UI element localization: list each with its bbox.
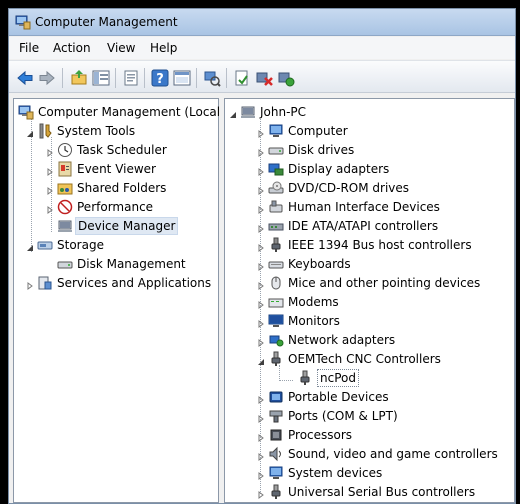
system-tools-icon [37, 123, 53, 139]
expand-triangle-icon[interactable] [257, 450, 265, 461]
enable-device-icon[interactable] [276, 68, 296, 88]
clock-icon [57, 142, 73, 158]
expand-triangle-icon[interactable] [257, 469, 265, 480]
port-icon [268, 408, 284, 424]
expand-triangle-icon[interactable] [257, 203, 265, 214]
storage-icon [37, 237, 53, 253]
monitor-icon [268, 313, 284, 329]
collapse-triangle-icon[interactable] [229, 108, 237, 118]
menu-file[interactable]: File [19, 41, 39, 55]
mouse-icon [268, 275, 284, 291]
expand-triangle-icon[interactable] [257, 412, 265, 423]
processor-icon [268, 427, 284, 443]
uninstall-device-icon[interactable] [254, 68, 274, 88]
network-adapter-icon [268, 332, 284, 348]
keyboard-icon [268, 256, 284, 272]
performance-icon [57, 199, 73, 215]
usb-plug-icon [268, 351, 284, 367]
disk-management-icon [57, 256, 73, 272]
collapse-triangle-icon[interactable] [257, 355, 265, 365]
help-icon[interactable]: ? [150, 68, 170, 88]
modem-icon [268, 294, 284, 310]
expand-triangle-icon[interactable] [46, 146, 54, 157]
expand-triangle-icon[interactable] [257, 165, 265, 176]
expand-triangle-icon[interactable] [257, 488, 265, 499]
ieee1394-icon [268, 237, 284, 253]
disk-drive-icon [268, 142, 284, 158]
computer-management-window: Computer Management File Action View Hel… [8, 8, 516, 504]
dvd-drive-icon [268, 180, 284, 196]
menu-view[interactable]: View [107, 41, 135, 55]
expand-triangle-icon[interactable] [46, 203, 54, 214]
up-folder-icon[interactable] [69, 68, 89, 88]
shared-folder-icon [57, 180, 73, 196]
expand-triangle-icon[interactable] [46, 184, 54, 195]
menu-help[interactable]: Help [150, 41, 177, 55]
menu-action[interactable]: Action [53, 41, 91, 55]
portable-device-icon [268, 389, 284, 405]
computer-management-icon [15, 14, 31, 33]
expand-triangle-icon[interactable] [257, 222, 265, 233]
ide-controller-icon [268, 218, 284, 234]
system-device-icon [268, 465, 284, 481]
event-viewer-icon [57, 161, 73, 177]
collapse-triangle-icon[interactable] [26, 127, 34, 137]
device-manager-icon [57, 218, 73, 234]
expand-triangle-icon[interactable] [257, 127, 265, 138]
expand-triangle-icon[interactable] [257, 393, 265, 404]
svg-text:?: ? [156, 72, 164, 87]
computer-icon [268, 123, 284, 139]
collapse-triangle-icon[interactable] [26, 241, 34, 251]
services-icon [37, 275, 53, 291]
expand-triangle-icon[interactable] [257, 279, 265, 290]
tree-node-computer-management[interactable]: Computer Management (Local [18, 103, 220, 121]
properties-icon[interactable] [121, 68, 141, 88]
expand-triangle-icon[interactable] [257, 336, 265, 347]
scan-hardware-icon[interactable] [202, 68, 222, 88]
hid-icon [268, 199, 284, 215]
title-bar[interactable]: Computer Management [9, 9, 515, 36]
expand-triangle-icon[interactable] [257, 298, 265, 309]
expand-triangle-icon[interactable] [26, 279, 34, 290]
update-driver-icon[interactable] [232, 68, 252, 88]
back-arrow-icon[interactable] [15, 68, 35, 88]
usb-plug-icon [268, 484, 284, 500]
forward-arrow-icon[interactable] [37, 68, 57, 88]
device-tree-pane[interactable]: John-PC Computer Disk drives Display adapt… [224, 98, 515, 503]
expand-triangle-icon[interactable] [257, 241, 265, 252]
expand-triangle-icon[interactable] [257, 146, 265, 157]
expand-triangle-icon[interactable] [46, 165, 54, 176]
view-pane-icon[interactable] [172, 68, 192, 88]
show-hide-tree-icon[interactable] [91, 68, 111, 88]
menu-bar: File Action View Help [9, 37, 515, 59]
console-tree-pane[interactable]: Computer Management (Local System Tools … [13, 98, 220, 503]
display-adapter-icon [268, 161, 284, 177]
expand-triangle-icon[interactable] [257, 431, 265, 442]
computer-management-icon [18, 104, 34, 120]
computer-icon [240, 104, 256, 120]
expand-triangle-icon[interactable] [257, 317, 265, 328]
window-title: Computer Management [35, 15, 178, 29]
sound-icon [268, 446, 284, 462]
usb-plug-icon [297, 370, 313, 386]
toolbar: ? [9, 60, 515, 93]
expand-triangle-icon[interactable] [257, 184, 265, 195]
expand-triangle-icon[interactable] [257, 260, 265, 271]
